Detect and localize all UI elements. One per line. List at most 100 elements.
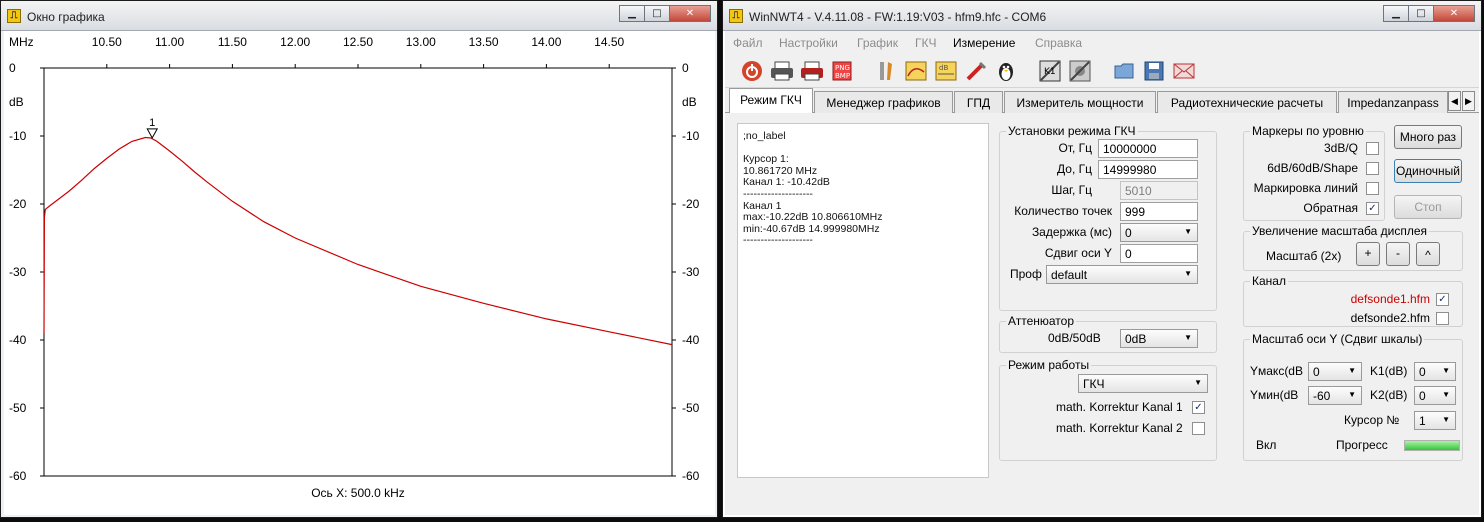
k2-select[interactable]: 0 ▼ (1414, 386, 1456, 405)
save-icon[interactable] (1141, 58, 1166, 84)
attenuator-select[interactable]: 0dB ▼ (1120, 329, 1198, 348)
tab-scroll-left-icon[interactable]: ◀ (1448, 91, 1461, 111)
svg-text:BMP: BMP (835, 72, 850, 80)
ymin-value: -60 (1313, 389, 1331, 403)
chevron-down-icon: ▼ (1184, 227, 1192, 236)
points-input[interactable]: 999 (1120, 202, 1198, 221)
tab-power-meter[interactable]: Измеритель мощности (1004, 91, 1156, 113)
repeat-sweep-button[interactable]: Много раз (1394, 125, 1462, 149)
menu-settings[interactable]: Настройки (779, 36, 838, 50)
menu-graph[interactable]: График (857, 36, 898, 50)
cursor-select[interactable]: 1 ▼ (1414, 411, 1456, 430)
marker-inverse-label: Обратная (1303, 201, 1358, 215)
marker-inverse-checkbox[interactable]: ✓ (1366, 202, 1379, 215)
cursor-value: 1 (1419, 414, 1426, 428)
corr1-checkbox[interactable]: ✓ (1192, 401, 1205, 414)
x-tick-label: 11.00 (155, 35, 184, 49)
envelope-icon[interactable] (1171, 58, 1196, 84)
horizontal-scrollbar[interactable] (725, 491, 1479, 515)
ymax-value: 0 (1313, 365, 1320, 379)
svg-text:dB: dB (939, 64, 948, 72)
delay-label: Задержка (мс) (1031, 225, 1112, 239)
ymin-label: Yмин(dB (1250, 388, 1299, 402)
minimize-icon[interactable]: ▁ (619, 5, 645, 22)
profile-select[interactable]: default ▼ (1046, 265, 1198, 284)
linux-icon[interactable] (993, 58, 1018, 84)
mode-select[interactable]: ГКЧ ▼ (1078, 374, 1208, 393)
marker-3db-checkbox[interactable] (1366, 142, 1379, 155)
chevron-down-icon: ▼ (1194, 378, 1202, 387)
zoom-up-button[interactable]: ^ (1416, 242, 1440, 266)
k1-select[interactable]: 0 ▼ (1414, 362, 1456, 381)
tab-rf-calculations[interactable]: Радиотехнические расчеты (1157, 91, 1337, 113)
k1-icon[interactable]: K1 (1037, 58, 1062, 84)
marker-lines-checkbox[interactable] (1366, 182, 1379, 195)
yshift-input[interactable]: 0 (1120, 244, 1198, 263)
single-sweep-button[interactable]: Одиночный (1394, 159, 1462, 183)
menu-sweep[interactable]: ГКЧ (915, 36, 937, 50)
on-label: Вкл (1256, 438, 1277, 452)
from-input[interactable]: 10000000 (1098, 139, 1198, 158)
db-icon[interactable]: dB (933, 58, 958, 84)
tab-graph-manager[interactable]: Менеджер графиков (814, 91, 953, 113)
zoom-plus-button[interactable]: + (1356, 242, 1380, 266)
info-text-box[interactable]: ;no_label Курсор 1: 10.861720 MHz Канал … (737, 123, 989, 478)
x-tick-label: 11.50 (218, 35, 247, 49)
channel1-label: defsonde1.hfm (1350, 292, 1430, 306)
printer-icon[interactable] (769, 58, 794, 84)
mode-title: Режим работы (1006, 358, 1092, 372)
png-export-icon[interactable]: PNG BMP (829, 58, 854, 84)
cursor-marker-triangle (146, 128, 159, 139)
y-tick-label-left: -10 (9, 129, 27, 143)
channel1-checkbox[interactable]: ✓ (1436, 293, 1449, 306)
chevron-down-icon: ▼ (1442, 366, 1450, 375)
maximize-icon[interactable]: □ (644, 5, 670, 22)
corr2-label: math. Korrektur Kanal 2 (1056, 421, 1183, 435)
x-tick-label: 13.50 (469, 35, 499, 49)
progress-bar-fill (1405, 441, 1459, 450)
x-tick-label: 13.00 (406, 35, 436, 49)
main-window-titlebar[interactable]: ⎍ WinNWT4 - V.4.11.08 - FW:1.19:V03 - hf… (723, 1, 1481, 31)
main-window-title: WinNWT4 - V.4.11.08 - FW:1.19:V03 - hfm9… (749, 10, 1047, 24)
y-tick-label-left: -20 (9, 197, 27, 211)
power-icon[interactable] (739, 58, 764, 84)
tab-impedance[interactable]: Impedanzanpass (1338, 91, 1448, 113)
corr2-checkbox[interactable] (1192, 422, 1205, 435)
stop-button[interactable]: Стоп (1394, 195, 1462, 219)
printer-color-icon[interactable] (799, 58, 824, 84)
to-input[interactable]: 14999980 (1098, 160, 1198, 179)
ymax-select[interactable]: 0 ▼ (1308, 362, 1362, 381)
menu-file[interactable]: Файл (733, 36, 763, 50)
yscale-group: Масштаб оси Y (Сдвиг шкалы) Yмакс(dB 0 ▼ … (1243, 332, 1463, 461)
ymin-select[interactable]: -60 ▼ (1308, 386, 1362, 405)
y-unit-label-left: dB (9, 95, 24, 109)
channel2-checkbox[interactable] (1436, 312, 1449, 325)
tab-sweep-mode[interactable]: Режим ГКЧ (729, 88, 813, 114)
graph-window-titlebar[interactable]: ⎍ Окно графика ▁ □ ✕ (1, 1, 717, 31)
delay-select[interactable]: 0 ▼ (1120, 223, 1198, 242)
menu-measure[interactable]: Измерение (953, 36, 1015, 50)
toolbar: PNG BMP dB K1 (725, 54, 1479, 88)
open-icon[interactable] (1111, 58, 1136, 84)
plot-area[interactable]: 10.50 11.00 11.50 12.00 12.50 13.00 13.50 14.00… (4, 31, 715, 515)
channel-group: Канал defsonde1.hfm ✓ defsonde2.hfm (1243, 274, 1463, 327)
zoom-minus-button[interactable]: - (1386, 242, 1410, 266)
minimize-icon[interactable]: ▁ (1383, 5, 1409, 22)
k2-label: K2(dB) (1370, 388, 1408, 402)
sweep-settings-title: Установки режима ГКЧ (1006, 124, 1138, 138)
frequency-response-chart[interactable]: 10.50 11.00 11.50 12.00 12.50 13.00 13.50 14.00… (4, 31, 715, 515)
menu-help[interactable]: Справка (1035, 36, 1082, 50)
close-icon[interactable]: ✕ (669, 5, 711, 22)
maximize-icon[interactable]: □ (1408, 5, 1434, 22)
chevron-down-icon: ▼ (1348, 366, 1356, 375)
tab-vfo[interactable]: ГПД (954, 91, 1003, 113)
probe-icon[interactable] (963, 58, 988, 84)
tab-scroll-right-icon[interactable]: ▶ (1462, 91, 1475, 111)
marker-6db-checkbox[interactable] (1366, 162, 1379, 175)
chart-icon[interactable] (903, 58, 928, 84)
from-label: От, Гц (1058, 141, 1092, 155)
tools-icon[interactable] (873, 58, 898, 84)
close-icon[interactable]: ✕ (1433, 5, 1475, 22)
sweep-mode-page: ;no_label Курсор 1: 10.861720 MHz Канал … (725, 113, 1479, 491)
settings-icon[interactable] (1067, 58, 1092, 84)
